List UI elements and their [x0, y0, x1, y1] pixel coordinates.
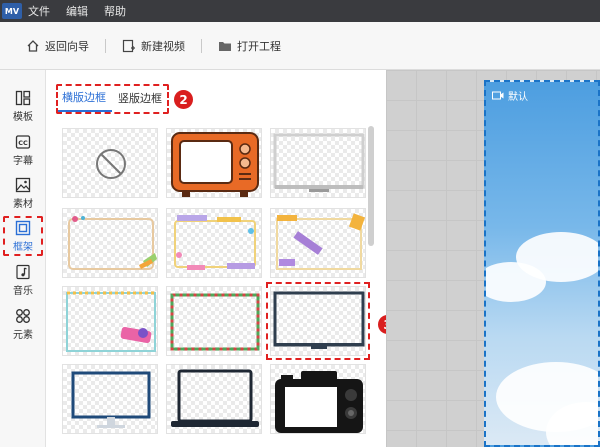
- step-badge-2: 2: [174, 90, 193, 109]
- preview-canvas[interactable]: 默认: [484, 80, 600, 447]
- sidebar-item-label: 元素: [13, 329, 33, 341]
- highlight-box: [56, 84, 169, 114]
- frame-thumb-retro-tv[interactable]: [166, 128, 262, 198]
- frame-thumb-candy-stripe[interactable]: [166, 286, 262, 356]
- new-video-label: 新建视频: [141, 39, 185, 53]
- candy-stripe-frame-icon: [170, 293, 260, 351]
- monitor-icon: [71, 371, 151, 428]
- new-video-button[interactable]: 新建视频: [122, 38, 185, 54]
- canvas-label: 默认: [492, 88, 528, 103]
- monitor-icon: [273, 133, 365, 192]
- toolbar: 返回向导 新建视频 打开工程: [0, 22, 600, 70]
- home-icon: [27, 39, 39, 52]
- menu-bar: MV 文件 编辑 帮助: [0, 0, 600, 22]
- monitor-icon: [273, 291, 365, 349]
- open-project-button[interactable]: 打开工程: [218, 38, 281, 54]
- menu-file[interactable]: 文件: [28, 3, 50, 19]
- cloud-shape: [486, 262, 546, 302]
- preview-area: 默认: [386, 70, 600, 447]
- laptop-icon: [171, 369, 259, 427]
- no-frame-icon: [96, 149, 126, 179]
- app-logo: MV: [2, 3, 22, 19]
- sidebar-item-subtitle[interactable]: CC 字幕: [3, 130, 43, 170]
- frame-thumb-tape[interactable]: [270, 208, 366, 278]
- camera-icon: [275, 371, 363, 433]
- frame-thumb-monitor-blue[interactable]: [62, 364, 158, 434]
- ribbon-frame-icon: [68, 216, 157, 270]
- sidebar-item-template[interactable]: 模板: [3, 86, 43, 126]
- new-file-icon: [122, 39, 135, 52]
- toolbar-divider: [201, 38, 202, 53]
- toolbar-divider: [105, 38, 106, 53]
- canvas-label-text: 默认: [508, 92, 528, 103]
- sidebar-item-music[interactable]: 音乐: [3, 260, 43, 300]
- sidebar-item-label: 音乐: [13, 285, 33, 297]
- menu-edit[interactable]: 编辑: [66, 3, 88, 19]
- lights-frame-icon: [66, 291, 156, 352]
- music-icon: [16, 264, 30, 279]
- video-camera-icon: [492, 91, 504, 100]
- sidebar-item-frame[interactable]: 框架: [3, 216, 43, 256]
- tape-frame-icon: [276, 213, 365, 270]
- retro-tv-icon: [171, 132, 259, 197]
- open-project-label: 打开工程: [237, 39, 281, 53]
- back-to-wizard-button[interactable]: 返回向导: [26, 38, 89, 54]
- highlight-box: [3, 216, 43, 256]
- frame-thumb-party-ribbon[interactable]: [62, 208, 158, 278]
- svg-text:CC: CC: [18, 139, 28, 147]
- panel-scrollbar[interactable]: [368, 126, 374, 246]
- confetti-frame-icon: [174, 215, 256, 270]
- frames-panel: 横版边框 竖版边框 2: [46, 70, 397, 447]
- template-icon: [15, 90, 31, 105]
- elements-icon: [16, 308, 30, 323]
- folder-icon: [219, 41, 231, 51]
- frame-thumb-camera[interactable]: [270, 364, 366, 434]
- frame-thumb-string-lights[interactable]: [62, 286, 158, 356]
- subtitle-icon: CC: [15, 134, 31, 149]
- sidebar-item-label: 字幕: [13, 155, 33, 167]
- frame-thumb-confetti[interactable]: [166, 208, 262, 278]
- back-to-wizard-label: 返回向导: [45, 39, 89, 53]
- menu-help[interactable]: 帮助: [104, 3, 126, 19]
- sidebar-item-material[interactable]: 素材: [3, 173, 43, 213]
- category-sidebar: 模板 CC 字幕 素材 框架 音乐 元素: [0, 70, 46, 447]
- sidebar-item-elements[interactable]: 元素: [3, 304, 43, 344]
- frame-thumb-laptop[interactable]: [166, 364, 262, 434]
- image-icon: [15, 177, 31, 192]
- sidebar-item-label: 素材: [13, 198, 33, 210]
- frame-thumb-none[interactable]: [62, 128, 158, 198]
- sidebar-item-label: 模板: [13, 111, 33, 123]
- frame-thumb-monitor-dark[interactable]: [266, 282, 370, 360]
- frame-thumb-monitor-white[interactable]: [270, 128, 366, 198]
